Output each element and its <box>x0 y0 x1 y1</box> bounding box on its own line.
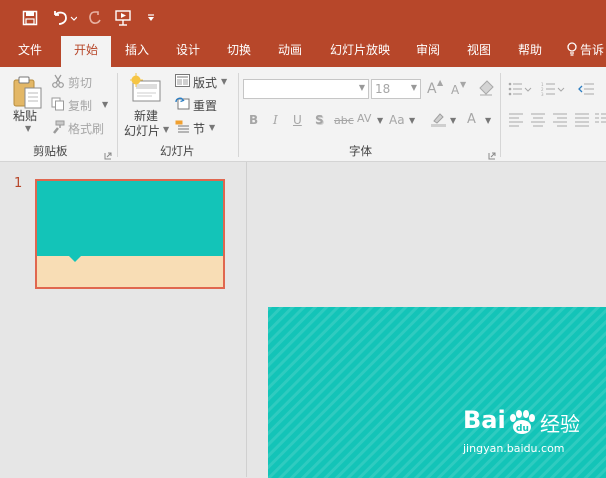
watermark-brand-text: Bai <box>463 406 506 434</box>
cut-icon <box>51 74 65 91</box>
decrease-indent-icon[interactable] <box>578 82 594 99</box>
shrink-arrow-icon: ▼ <box>460 80 467 89</box>
font-name-combo[interactable]: ▼ <box>243 79 369 99</box>
customize-qat-icon[interactable] <box>145 8 157 28</box>
tab-view[interactable]: 视图 <box>456 36 502 67</box>
underline-button[interactable]: U <box>293 113 302 127</box>
char-spacing-dropdown-icon[interactable]: ▼ <box>377 116 383 125</box>
section-dropdown-icon[interactable]: ▼ <box>209 123 215 132</box>
start-slideshow-icon[interactable] <box>113 8 135 28</box>
tab-home[interactable]: 开始 <box>61 36 111 67</box>
tab-design[interactable]: 设计 <box>165 36 211 67</box>
dialog-launcher-icon[interactable] <box>104 149 112 163</box>
font-color-dropdown-icon[interactable]: ▼ <box>485 116 491 125</box>
undo-icon[interactable] <box>50 8 78 28</box>
svg-text:3: 3 <box>541 92 544 96</box>
reset-button[interactable]: 重置 <box>193 97 217 114</box>
highlight-icon[interactable] <box>430 111 448 130</box>
ribbon-home: 粘贴 ▼ 剪切 复制 ▼ 格式刷 剪贴板 新建 幻灯片 ▼ 版式 ▼ 重置 节 … <box>0 67 606 162</box>
tell-me-box[interactable]: 告诉 <box>566 36 606 67</box>
strikethrough-button[interactable]: abc <box>334 114 354 127</box>
grow-arrow-icon: ▲ <box>437 78 444 87</box>
paw-icon: du <box>507 410 537 439</box>
tab-review[interactable]: 审阅 <box>405 36 451 67</box>
change-case-dropdown-icon[interactable]: ▼ <box>409 116 415 125</box>
layout-button[interactable]: 版式 <box>193 74 217 91</box>
watermark-url: jingyan.baidu.com <box>463 442 565 455</box>
tab-file[interactable]: 文件 <box>5 36 55 67</box>
quick-access-toolbar <box>0 0 606 36</box>
tell-me-label: 告诉 <box>580 43 605 57</box>
chevron-down-icon: ▼ <box>358 83 365 92</box>
paste-button[interactable]: 粘贴 <box>13 107 37 124</box>
slide-thumbnail-panel: 1 <box>0 162 247 477</box>
copy-icon <box>51 97 65 114</box>
ribbon-divider <box>500 73 501 157</box>
font-size-combo[interactable]: 18 ▼ <box>371 79 421 99</box>
dialog-launcher-icon[interactable] <box>488 149 496 163</box>
tab-insert[interactable]: 插入 <box>114 36 160 67</box>
tab-transitions[interactable]: 切换 <box>216 36 262 67</box>
font-group-label: 字体 <box>349 144 372 158</box>
change-case-button[interactable]: Aa <box>389 113 405 127</box>
bold-button[interactable]: B <box>249 113 258 127</box>
shrink-font-button[interactable]: A <box>451 83 459 97</box>
justify-icon[interactable] <box>574 113 590 130</box>
lightbulb-icon <box>566 36 580 65</box>
new-slide-icon[interactable] <box>129 73 162 106</box>
tab-help[interactable]: 帮助 <box>507 36 553 67</box>
font-color-button[interactable]: A <box>467 112 476 127</box>
format-painter-button[interactable]: 格式刷 <box>68 120 104 137</box>
highlight-dropdown-icon[interactable]: ▼ <box>450 116 456 125</box>
tab-slideshow[interactable]: 幻灯片放映 <box>318 36 402 67</box>
reset-icon <box>175 97 190 113</box>
watermark-jingyan-text: 经验 <box>540 412 580 436</box>
align-right-icon[interactable] <box>552 113 568 130</box>
align-center-icon[interactable] <box>530 113 546 130</box>
layout-icon <box>175 74 190 90</box>
ribbon-tabs: 文件 开始 插入 设计 切换 动画 幻灯片放映 审阅 视图 帮助 告诉 <box>0 36 606 67</box>
columns-icon[interactable] <box>594 113 606 130</box>
slide-number: 1 <box>14 176 23 191</box>
clipboard-group-label: 剪贴板 <box>33 144 68 158</box>
cut-button[interactable]: 剪切 <box>68 74 92 91</box>
slide-editing-area: Bai du 经验 jingyan.baidu.com <box>247 162 606 478</box>
shadow-button[interactable]: S <box>315 113 324 127</box>
baidu-watermark: Bai du 经验 jingyan.baidu.com <box>457 404 606 462</box>
copy-dropdown-icon[interactable]: ▼ <box>102 100 108 109</box>
new-slide-button[interactable]: 幻灯片 <box>124 122 160 139</box>
align-left-icon[interactable] <box>508 113 524 130</box>
new-slide-dropdown-icon[interactable]: ▼ <box>163 125 169 134</box>
slides-group-label: 幻灯片 <box>160 144 195 158</box>
italic-button[interactable]: I <box>273 113 278 127</box>
clear-formatting-icon[interactable] <box>478 80 494 99</box>
svg-text:du: du <box>516 424 529 434</box>
bullets-icon[interactable] <box>508 82 532 99</box>
tab-animations[interactable]: 动画 <box>267 36 313 67</box>
chevron-down-icon: ▼ <box>410 83 417 92</box>
layout-dropdown-icon[interactable]: ▼ <box>221 77 227 86</box>
grow-font-button[interactable]: A <box>427 81 437 97</box>
numbering-icon[interactable]: 123 <box>541 82 565 99</box>
copy-button[interactable]: 复制 <box>68 97 92 114</box>
slide-thumbnail[interactable] <box>35 179 225 289</box>
redo-icon[interactable] <box>85 8 105 28</box>
paste-dropdown-icon[interactable]: ▼ <box>25 124 31 133</box>
section-button[interactable]: 节 <box>193 120 205 137</box>
save-icon[interactable] <box>20 8 40 28</box>
format-painter-icon <box>51 120 65 137</box>
section-icon <box>175 120 190 136</box>
character-spacing-button[interactable]: AV <box>357 112 371 125</box>
font-size-value: 18 <box>375 82 391 96</box>
ribbon-divider <box>117 73 118 157</box>
slide-thumbnail-preview <box>37 181 223 287</box>
ribbon-divider <box>238 73 239 157</box>
